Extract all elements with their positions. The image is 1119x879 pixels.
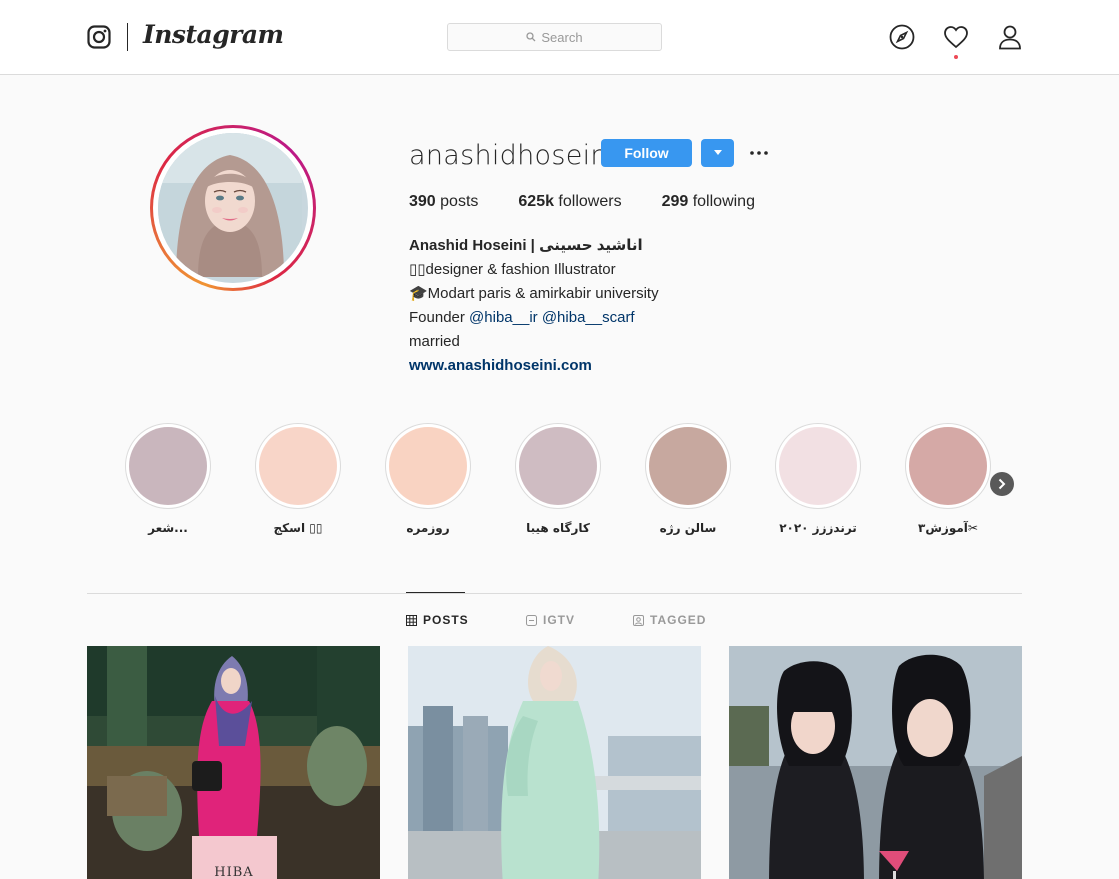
highlight-item[interactable]: کارگاه هیبا — [515, 423, 601, 535]
post-thumbnail[interactable] — [408, 646, 701, 879]
post-image: HIBA — [87, 646, 380, 879]
post-thumbnail[interactable]: HIBA — [87, 646, 380, 879]
highlights-next-button[interactable] — [990, 472, 1014, 496]
website-link[interactable]: www.anashidhoseini.com — [409, 354, 659, 378]
profile-username: anashidhoseini — [409, 140, 616, 171]
tabs-divider — [87, 593, 1022, 594]
mention-link[interactable]: @hiba__ir — [469, 309, 538, 326]
post-sign-text: HIBA — [214, 865, 253, 879]
follow-button[interactable]: Follow — [601, 139, 692, 167]
logo-divider — [127, 23, 128, 51]
tab-igtv[interactable]: IGTV — [526, 613, 575, 627]
post-image — [729, 646, 1022, 879]
chevron-right-icon — [998, 478, 1006, 490]
profile-button[interactable] — [997, 24, 1023, 50]
full-name: Anashid Hoseini | اناشید حسینی — [409, 237, 643, 254]
post-image — [408, 646, 701, 879]
bio-line: Founder @hiba__ir @hiba__scarf — [409, 309, 635, 326]
ellipsis-icon — [750, 151, 768, 155]
grid-icon — [406, 614, 417, 626]
igtv-icon — [526, 614, 537, 626]
tagged-user-icon — [633, 614, 644, 626]
active-tab-indicator — [406, 592, 465, 593]
profile-bio: Anashid Hoseini | اناشید حسینی ▯▯designe… — [409, 234, 659, 378]
heart-icon — [944, 26, 968, 49]
avatar — [158, 133, 308, 283]
top-nav: Instagram Search — [0, 0, 1119, 75]
stat-posts: 390 posts — [409, 193, 479, 210]
highlight-item[interactable]: روزمره — [385, 423, 471, 535]
bio-line: 🎓Modart paris & amirkabir university — [409, 285, 659, 302]
highlight-cover — [129, 427, 207, 505]
bio-line: married — [409, 333, 460, 350]
highlight-item[interactable]: ▯▯ اسکج — [255, 423, 341, 535]
profile-stats: 390 posts 625k followers 299 following — [409, 193, 795, 211]
highlight-item[interactable]: ✂آموزش۳ — [905, 423, 991, 535]
highlight-item[interactable]: ترندززز ۲۰۲۰ — [775, 423, 861, 535]
caret-down-icon — [713, 150, 722, 155]
highlight-cover — [389, 427, 467, 505]
story-highlights: ...شعر ▯▯ اسکج روزمره کارگاه هیبا سالن ر… — [0, 423, 1119, 543]
more-options-button[interactable] — [746, 140, 772, 166]
user-icon — [999, 25, 1021, 50]
instagram-glyph-icon[interactable] — [87, 25, 111, 49]
highlight-item[interactable]: ...شعر — [125, 423, 211, 535]
highlight-cover — [909, 427, 987, 505]
post-thumbnail[interactable] — [729, 646, 1022, 879]
highlight-cover — [519, 427, 597, 505]
highlight-cover — [649, 427, 727, 505]
tab-posts[interactable]: POSTS — [406, 613, 469, 627]
highlight-cover — [779, 427, 857, 505]
notification-dot — [954, 55, 958, 59]
suggested-dropdown-button[interactable] — [701, 139, 734, 167]
highlight-item[interactable]: سالن رژه — [645, 423, 731, 535]
instagram-wordmark[interactable]: Instagram — [143, 20, 284, 49]
stat-following[interactable]: 299 following — [662, 193, 755, 211]
activity-button[interactable] — [943, 24, 969, 50]
stat-followers[interactable]: 625k followers — [518, 193, 621, 211]
avatar-image — [158, 133, 302, 277]
explore-button[interactable] — [889, 24, 915, 50]
search-input[interactable]: Search — [447, 23, 662, 51]
mention-link[interactable]: @hiba__scarf — [542, 309, 635, 326]
story-ring[interactable] — [150, 125, 316, 291]
tab-tagged[interactable]: TAGGED — [633, 613, 706, 627]
search-icon — [526, 32, 536, 42]
highlight-cover — [259, 427, 337, 505]
bio-line: ▯▯designer & fashion Illustrator — [409, 261, 616, 278]
search-placeholder: Search — [541, 29, 583, 45]
compass-icon — [889, 24, 915, 50]
